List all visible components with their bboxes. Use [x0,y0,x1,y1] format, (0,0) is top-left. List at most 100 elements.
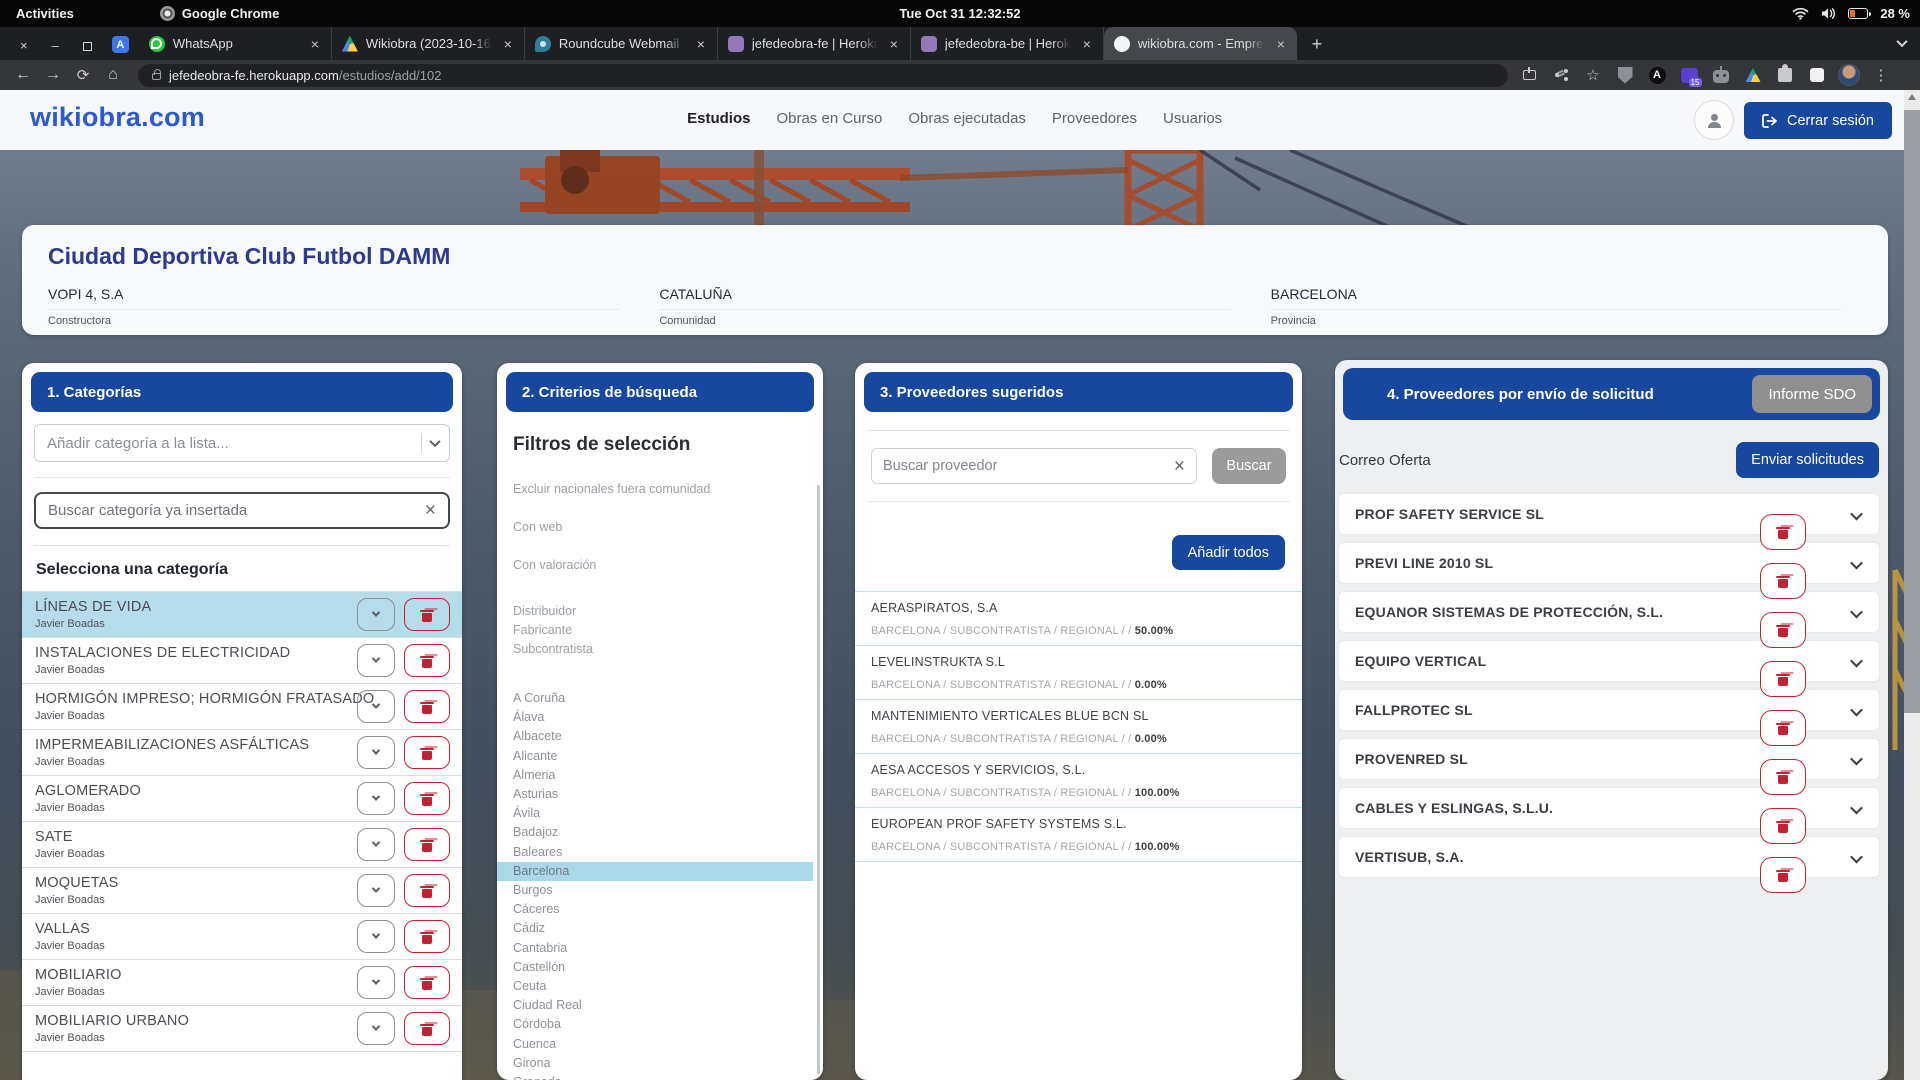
province-option[interactable]: Ávila [497,804,823,823]
category-delete-button[interactable] [404,736,450,769]
province-option[interactable]: Álava [497,708,823,727]
expand-chevron-icon[interactable] [1852,654,1861,672]
category-delete-button[interactable] [404,782,450,815]
filter-option[interactable]: Excluir nacionales fuera comunidad [513,482,807,496]
scrollbar-up-arrow[interactable] [1908,94,1916,100]
suggested-provider-row[interactable]: LEVELINSTRUKTA S.L BARCELONA / SUBCONTRA… [855,646,1302,700]
province-option[interactable]: Ceuta [497,977,823,996]
provider-type-option[interactable]: Distribuidor [513,602,807,621]
province-option[interactable]: Castellón [497,958,823,977]
robot-extension-icon[interactable] [1708,62,1734,88]
province-option[interactable]: Barcelona [497,862,813,881]
category-row[interactable]: HORMIGÓN IMPRESO; HORMIGÓN FRATASADO Jav… [22,684,462,730]
province-option[interactable]: Cádiz [497,919,823,938]
sidepanel-icon[interactable] [1804,62,1830,88]
suggested-provider-row[interactable]: AERASPIRATOS, S.A BARCELONA / SUBCONTRAT… [855,592,1302,646]
forward-button[interactable]: → [38,62,68,88]
page-scrollbar[interactable] [1904,90,1920,1080]
expand-chevron-icon[interactable] [1852,752,1861,770]
sdo-report-button[interactable]: Informe SDO [1752,375,1872,413]
category-row[interactable]: IMPERMEABILIZACIONES ASFÁLTICAS Javier B… [22,730,462,776]
clear-search-icon[interactable]: × [425,501,436,520]
new-tab-button[interactable]: + [1303,30,1331,58]
address-bar[interactable]: jefedeobra-fe.herokuapp.com/estudios/add… [138,64,1508,87]
category-delete-button[interactable] [404,966,450,999]
provider-search-box[interactable]: × [871,448,1197,484]
tab-close-icon[interactable]: × [886,36,902,52]
nav-link[interactable]: Proveedores [1052,110,1137,127]
province-option[interactable]: Cáceres [497,900,823,919]
nav-link[interactable]: Obras ejecutadas [908,110,1026,127]
browser-tab[interactable]: Roundcube Webmail :: Inb × [525,27,718,60]
browser-tab[interactable]: jefedeobra-fe | Heroku × [718,27,911,60]
reload-button[interactable]: ⟳ [68,62,98,88]
category-delete-button[interactable] [404,1012,450,1045]
nav-link[interactable]: Obras en Curso [776,110,882,127]
province-option[interactable]: Granada [497,1073,823,1080]
province-option[interactable]: Alicante [497,747,823,766]
send-requests-button[interactable]: Enviar solicitudes [1736,442,1879,478]
suggested-provider-row[interactable]: MANTENIMIENTO VERTICALES BLUE BCN SL BAR… [855,700,1302,754]
expand-chevron-icon[interactable] [1852,507,1861,525]
category-collapse-button[interactable] [357,966,395,999]
category-row[interactable]: SATE Javier Boadas [22,822,462,868]
category-row[interactable]: INSTALACIONES DE ELECTRICIDAD Javier Boa… [22,638,462,684]
province-option[interactable]: Cuenca [497,1035,823,1054]
provider-delete-button[interactable] [1760,612,1806,648]
suggested-provider-row[interactable]: AESA ACCESOS Y SERVICIOS, S.L. BARCELONA… [855,754,1302,808]
province-option[interactable]: Albacete [497,727,823,746]
category-row[interactable]: MOBILIARIO Javier Boadas [22,960,462,1006]
category-collapse-button[interactable] [357,1012,395,1045]
activities-button[interactable]: Activities [0,0,90,27]
province-option[interactable]: Badajoz [497,823,823,842]
provider-delete-button[interactable] [1760,563,1806,599]
suggested-provider-row[interactable]: EUROPEAN PROF SAFETY SYSTEMS S.L. BARCEL… [855,808,1302,862]
home-button[interactable]: ⌂ [98,62,128,88]
share-icon[interactable] [1548,62,1574,88]
category-delete-button[interactable] [404,690,450,723]
province-option[interactable]: Almeria [497,766,823,785]
tab-close-icon[interactable]: × [500,36,516,52]
browser-tab[interactable]: WhatsApp × [139,27,332,60]
expand-chevron-icon[interactable] [1852,556,1861,574]
scrollbar-thumb[interactable] [1904,110,1920,713]
profile-avatar[interactable] [1836,62,1862,88]
logout-button[interactable]: Cerrar sesión [1744,102,1892,139]
add-all-button[interactable]: Añadir todos [1172,535,1285,570]
category-search-box[interactable]: × [34,492,450,529]
system-clock[interactable]: Tue Oct 31 12:32:52 [899,6,1020,21]
clear-search-icon[interactable]: × [1174,457,1185,476]
window-maximize-button[interactable] [83,42,92,51]
expand-chevron-icon[interactable] [1852,801,1861,819]
drive-extension-icon[interactable] [1740,62,1766,88]
expand-chevron-icon[interactable] [1852,703,1861,721]
system-status-area[interactable]: 28 % [1792,6,1910,21]
category-collapse-button[interactable] [357,598,395,631]
translate-extension-icon[interactable]: A [112,36,129,53]
category-collapse-button[interactable] [357,874,395,907]
nav-link[interactable]: Estudios [687,110,750,127]
provider-delete-button[interactable] [1760,759,1806,795]
category-collapse-button[interactable] [357,920,395,953]
tab-close-icon[interactable]: × [1273,36,1289,52]
province-option[interactable]: A Coruña [497,689,823,708]
tab-close-icon[interactable]: × [693,36,709,52]
shield-extension-icon[interactable] [1612,62,1638,88]
category-collapse-button[interactable] [357,828,395,861]
category-delete-button[interactable] [404,644,450,677]
expand-chevron-icon[interactable] [1852,605,1861,623]
user-avatar-button[interactable] [1694,100,1734,140]
chevron-down-icon[interactable] [429,436,440,447]
site-logo[interactable]: wikiobra.com [30,102,205,133]
tab-close-icon[interactable]: × [307,36,323,52]
browser-tab[interactable]: wikiobra.com - Empresas × [1104,27,1297,60]
provider-type-option[interactable]: Fabricante [513,621,807,640]
category-row[interactable]: AGLOMERADO Javier Boadas [22,776,462,822]
province-option[interactable]: Burgos [497,881,823,900]
lock-icon[interactable] [152,73,161,80]
provider-delete-button[interactable] [1760,661,1806,697]
category-row[interactable]: MOBILIARIO URBANO Javier Boadas [22,1006,462,1052]
chrome-menu-icon[interactable]: ⋮ [1868,62,1894,88]
filter-option[interactable]: Con valoración [513,558,807,572]
browser-tab[interactable]: Wikiobra (2023-10-16 18: × [332,27,525,60]
